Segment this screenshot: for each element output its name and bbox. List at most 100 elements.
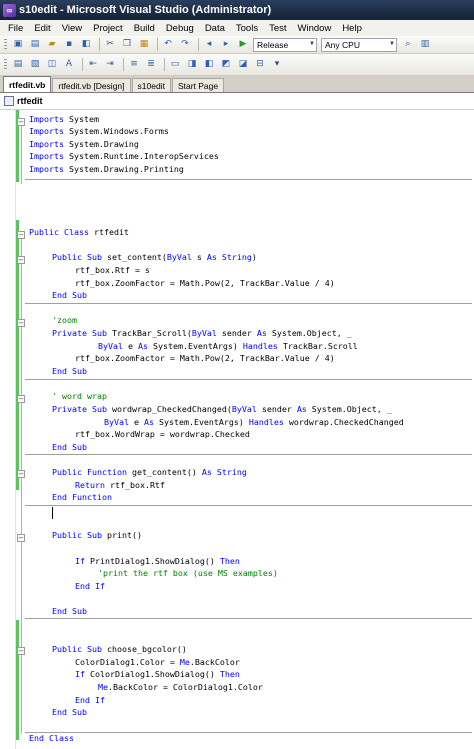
- clear-bookmarks-icon[interactable]: ⊟: [253, 58, 267, 72]
- tab-rtfedit-vb[interactable]: rtfedit.vb: [3, 76, 52, 92]
- toolbar-separator: [157, 38, 158, 51]
- cut-icon[interactable]: ✂: [103, 38, 117, 52]
- parameter-info-icon[interactable]: ▧: [28, 58, 42, 72]
- complete-word-icon[interactable]: A: [62, 58, 76, 72]
- code-line: ByVal e As System.EventArgs) Handles wor…: [104, 417, 404, 427]
- redo-icon[interactable]: ↷: [178, 38, 192, 52]
- code-line: ' word wrap: [52, 391, 107, 401]
- tab-rtfedit-vb-design[interactable]: rtfedit.vb [Design]: [52, 78, 131, 92]
- collapse-toggle[interactable]: −: [17, 470, 25, 478]
- class-icon: [4, 96, 14, 106]
- copy-icon[interactable]: ❐: [120, 38, 134, 52]
- collapse-toggle[interactable]: −: [17, 256, 25, 264]
- code-line: End Function: [52, 492, 112, 502]
- toggle-bookmark-icon[interactable]: ▭: [168, 58, 182, 72]
- save-all-icon[interactable]: ◧: [79, 38, 93, 52]
- procedure-separator: [25, 454, 472, 455]
- code-line: Imports System.Windows.Forms: [29, 126, 169, 136]
- menu-window[interactable]: Window: [293, 23, 338, 34]
- solution-platform-select[interactable]: Any CPU ▼: [321, 37, 397, 52]
- comment-lines-icon[interactable]: ≡: [127, 58, 141, 72]
- procedure-separator: [25, 732, 472, 733]
- start-debugging-icon[interactable]: ▶: [236, 38, 250, 52]
- menu-file[interactable]: File: [3, 23, 29, 34]
- tab-s10edit[interactable]: s10edit: [131, 78, 171, 92]
- collapse-toggle[interactable]: −: [17, 231, 25, 239]
- menu-build[interactable]: Build: [129, 23, 161, 34]
- uncomment-lines-icon[interactable]: ≣: [144, 58, 158, 72]
- undo-icon[interactable]: ↶: [161, 38, 175, 52]
- procedure-separator: [25, 505, 472, 506]
- menu-data[interactable]: Data: [200, 23, 231, 34]
- tab-start-page[interactable]: Start Page: [171, 78, 225, 92]
- standard-toolbar: ▣ ▤ ▰ ▪ ◧ ✂ ❐ ▦ ↶ ↷ ◂ ▸ ▶ Release ▼ Any …: [0, 36, 474, 54]
- toolbar-separator: [82, 58, 83, 71]
- code-line: Private Sub TrackBar_Scroll(ByVal sender…: [52, 328, 352, 338]
- code-line: If ColorDialog1.ShowDialog() Then: [75, 669, 240, 679]
- menu-test[interactable]: Test: [264, 23, 292, 34]
- paste-icon[interactable]: ▦: [137, 38, 151, 52]
- navigate-backward-icon[interactable]: ◂: [202, 38, 216, 52]
- code-line: Private Sub wordwrap_CheckedChanged(ByVa…: [52, 404, 392, 414]
- chevron-down-icon: ▼: [309, 40, 315, 47]
- collapse-toggle[interactable]: −: [17, 395, 25, 403]
- class-selector[interactable]: rtfedit: [0, 93, 474, 110]
- procedure-separator: [25, 618, 472, 619]
- menu-debug[interactable]: Debug: [161, 23, 200, 34]
- new-project-icon[interactable]: ▣: [11, 38, 25, 52]
- solution-configuration-select[interactable]: Release ▼: [253, 37, 317, 52]
- previous-bookmark-folder-icon[interactable]: ◩: [219, 58, 233, 72]
- menu-view[interactable]: View: [57, 23, 88, 34]
- toolbar-separator: [123, 58, 124, 71]
- toolbar-grip[interactable]: [4, 38, 7, 51]
- procedure-separator: [25, 303, 472, 304]
- code-line: Public Sub print(): [52, 530, 142, 540]
- toolbar-grip[interactable]: [4, 58, 7, 71]
- toolbar-separator: [99, 38, 100, 51]
- procedure-separator: [25, 179, 472, 180]
- menu-bar: File Edit View Project Build Debug Data …: [0, 20, 474, 36]
- text-caret: [52, 507, 53, 519]
- menu-edit[interactable]: Edit: [29, 23, 56, 34]
- code-line: 'print the rtf box (use MS examples): [98, 568, 278, 578]
- object-member-list-icon[interactable]: ▤: [11, 58, 25, 72]
- find-in-files-icon[interactable]: ⌕: [401, 38, 415, 52]
- quick-info-icon[interactable]: ◫: [45, 58, 59, 72]
- previous-bookmark-icon[interactable]: ◨: [185, 58, 199, 72]
- next-bookmark-icon[interactable]: ◧: [202, 58, 216, 72]
- solution-explorer-icon[interactable]: ▥: [418, 38, 432, 52]
- save-icon[interactable]: ▪: [62, 38, 76, 52]
- window-title: s10edit - Microsoft Visual Studio (Admin…: [19, 4, 272, 16]
- add-item-icon[interactable]: ▤: [28, 38, 42, 52]
- decrease-indent-icon[interactable]: ⇤: [86, 58, 100, 72]
- code-line: rtf_box.ZoomFactor = Math.Pow(2, TrackBa…: [75, 278, 335, 288]
- class-selector-label: rtfedit: [17, 96, 43, 106]
- collapse-toggle[interactable]: −: [17, 118, 25, 126]
- change-bar: [16, 620, 19, 740]
- text-editor-toolbar: ▤ ▧ ◫ A ⇤ ⇥ ≡ ≣ ▭ ◨ ◧ ◩ ◪ ⊟ ▾: [0, 54, 474, 76]
- code-line: rtf_box.WordWrap = wordwrap.Checked: [75, 429, 250, 439]
- menu-tools[interactable]: Tools: [231, 23, 264, 34]
- code-line: Imports System.Drawing: [29, 139, 139, 149]
- code-line: 'zoom: [52, 315, 77, 325]
- document-tab-bar: rtfedit.vb rtfedit.vb [Design] s10edit S…: [0, 76, 474, 93]
- menu-help[interactable]: Help: [337, 23, 368, 34]
- code-line: Public Sub choose_bgcolor(): [52, 644, 187, 654]
- navigate-forward-icon[interactable]: ▸: [219, 38, 233, 52]
- title-bar: ∞ s10edit - Microsoft Visual Studio (Adm…: [0, 0, 474, 20]
- code-line: End Sub: [52, 366, 87, 376]
- menu-project[interactable]: Project: [88, 23, 129, 34]
- toolbar-separator: [164, 58, 165, 71]
- next-bookmark-folder-icon[interactable]: ◪: [236, 58, 250, 72]
- collapse-toggle[interactable]: −: [17, 534, 25, 542]
- code-line: End Sub: [52, 290, 87, 300]
- open-file-icon[interactable]: ▰: [45, 38, 59, 52]
- increase-indent-icon[interactable]: ⇥: [103, 58, 117, 72]
- toolbar-options-icon[interactable]: ▾: [270, 58, 284, 72]
- code-editor[interactable]: − − − − − − − − Imports System Imports S…: [0, 110, 474, 749]
- code-line: Imports System.Runtime.InteropServices: [29, 151, 219, 161]
- code-line: End Class: [29, 733, 74, 743]
- collapse-toggle[interactable]: −: [17, 647, 25, 655]
- collapse-toggle[interactable]: −: [17, 319, 25, 327]
- chevron-down-icon: ▼: [389, 40, 395, 47]
